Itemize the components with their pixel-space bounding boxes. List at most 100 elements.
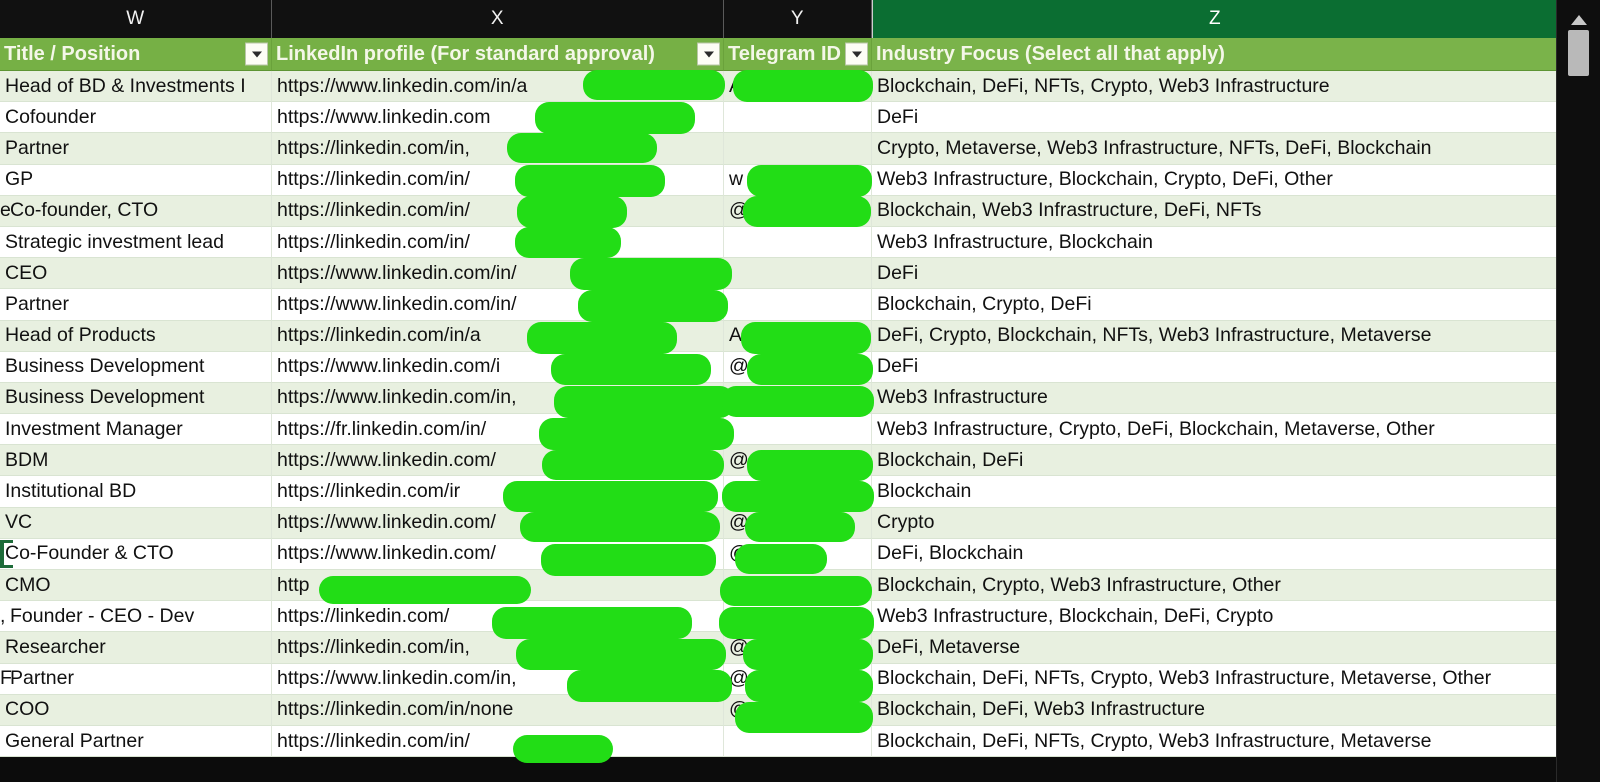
cell-title-position[interactable]: Founder - CEO - Dev, bbox=[0, 601, 272, 633]
table-row[interactable]: Partner Fhttps://www.linkedin.com/in, @ Blo… bbox=[0, 663, 1557, 695]
cell-telegram-id[interactable]: @ bbox=[724, 195, 872, 227]
cell-telegram-id[interactable] bbox=[724, 414, 872, 446]
cell-linkedin-profile[interactable]: https://linkedin.com/ir bbox=[272, 476, 724, 508]
cell-linkedin-profile[interactable]: https://www.linkedin.com/ bbox=[272, 445, 724, 477]
cell-title-position[interactable]: COO bbox=[0, 694, 272, 726]
cell-linkedin-profile[interactable]: https://linkedin.com/in/ bbox=[272, 164, 724, 196]
cell-linkedin-profile[interactable]: https://www.linkedin.com/in/ bbox=[272, 289, 724, 321]
cell-industry-focus[interactable]: Crypto, Metaverse, Web3 Infrastructure, … bbox=[872, 133, 1557, 165]
cell-telegram-id[interactable] bbox=[724, 226, 872, 259]
cell-telegram-id[interactable]: @ bbox=[724, 663, 872, 695]
cell-industry-focus[interactable]: Web3 Infrastructure, Blockchain bbox=[872, 226, 1557, 259]
column-header-x[interactable]: X bbox=[272, 0, 724, 38]
cell-industry-focus[interactable]: Web3 Infrastructure, Crypto, DeFi, Block… bbox=[872, 414, 1557, 446]
cell-title-position[interactable]: CMO bbox=[0, 570, 272, 602]
filter-dropdown-icon-title-position[interactable] bbox=[245, 42, 268, 66]
cell-title-position[interactable]: Head of BD & Investments I bbox=[0, 71, 272, 103]
table-row[interactable]: COO https://linkedin.com/in/none @ Blockcha… bbox=[0, 694, 1557, 726]
cell-industry-focus[interactable]: Blockchain, Crypto, DeFi bbox=[872, 289, 1557, 321]
cell-industry-focus[interactable]: Web3 Infrastructure, Blockchain, DeFi, C… bbox=[872, 601, 1557, 633]
table-row[interactable]: Cofounder https://www.linkedin.com DeFi bbox=[0, 102, 1557, 134]
cell-industry-focus[interactable]: DeFi bbox=[872, 258, 1557, 290]
table-row[interactable]: CEO https://www.linkedin.com/in/DeFi bbox=[0, 258, 1557, 290]
table-row[interactable]: Co-Founder & CTO https://www.linkedin.com… bbox=[0, 538, 1557, 570]
cell-industry-focus[interactable]: Blockchain, DeFi, NFTs, Crypto, Web3 Inf… bbox=[872, 71, 1557, 103]
table-row[interactable]: Institutional BD https://linkedin.com/ir B… bbox=[0, 476, 1557, 508]
cell-industry-focus[interactable]: DeFi, Blockchain bbox=[872, 538, 1557, 570]
cell-telegram-id[interactable]: @ bbox=[724, 538, 872, 570]
cell-telegram-id[interactable]: @ bbox=[724, 632, 872, 664]
cell-linkedin-profile[interactable]: https://linkedin.com/in/ bbox=[272, 725, 724, 758]
cell-telegram-id[interactable] bbox=[724, 102, 872, 134]
cell-telegram-id[interactable] bbox=[724, 476, 872, 508]
cell-linkedin-profile[interactable]: https://www.linkedin.com/in, bbox=[272, 663, 724, 695]
cell-telegram-id[interactable] bbox=[724, 601, 872, 633]
column-header-w[interactable]: W bbox=[0, 0, 272, 38]
table-row[interactable]: Partner https://linkedin.com/in, Crypto, M… bbox=[0, 133, 1557, 165]
cell-industry-focus[interactable]: Blockchain, DeFi, NFTs, Crypto, Web3 Inf… bbox=[872, 663, 1557, 695]
cell-telegram-id[interactable] bbox=[724, 133, 872, 165]
table-row[interactable]: GP https://linkedin.com/in/w Web3 Infrastr… bbox=[0, 164, 1557, 196]
cell-title-position[interactable]: Co-Founder & CTO bbox=[0, 538, 272, 570]
cell-linkedin-profile[interactable]: https://www.linkedin.com bbox=[272, 102, 724, 134]
cell-title-position[interactable]: CEO bbox=[0, 258, 272, 290]
cell-title-position[interactable]: Co-founder, CTO e bbox=[0, 195, 272, 227]
cell-telegram-id[interactable] bbox=[724, 725, 872, 758]
cell-title-position[interactable]: VC bbox=[0, 507, 272, 539]
scrollbar-thumb[interactable] bbox=[1568, 30, 1589, 76]
cell-linkedin-profile[interactable]: https://linkedin.com/ bbox=[272, 601, 724, 633]
cell-industry-focus[interactable]: Blockchain, Web3 Infrastructure, DeFi, N… bbox=[872, 195, 1557, 227]
cell-title-position[interactable]: GP bbox=[0, 164, 272, 196]
cell-telegram-id[interactable] bbox=[724, 570, 872, 602]
cell-industry-focus[interactable]: Web3 Infrastructure, Blockchain, Crypto,… bbox=[872, 164, 1557, 196]
cell-linkedin-profile[interactable]: http bbox=[272, 570, 724, 602]
table-row[interactable]: Partner https://www.linkedin.com/in/Block… bbox=[0, 289, 1557, 321]
cell-linkedin-profile[interactable]: https://linkedin.com/in/ bbox=[272, 195, 724, 227]
cell-telegram-id[interactable]: @ bbox=[724, 445, 872, 477]
table-row[interactable]: General Partner https://linkedin.com/in/B… bbox=[0, 725, 1557, 758]
cell-industry-focus[interactable]: DeFi bbox=[872, 351, 1557, 383]
cell-linkedin-profile[interactable]: https://www.linkedin.com/ bbox=[272, 538, 724, 570]
cell-linkedin-profile[interactable]: https://www.linkedin.com/in/ bbox=[272, 258, 724, 290]
cell-industry-focus[interactable]: Blockchain, DeFi bbox=[872, 445, 1557, 477]
table-row[interactable]: Strategic investment lead https://linkedi… bbox=[0, 226, 1557, 259]
cell-industry-focus[interactable]: Blockchain bbox=[872, 476, 1557, 508]
cell-linkedin-profile[interactable]: https://www.linkedin.com/ bbox=[272, 507, 724, 539]
cell-telegram-id[interactable]: @ bbox=[724, 507, 872, 539]
cell-linkedin-profile[interactable]: https://fr.linkedin.com/in/ bbox=[272, 414, 724, 446]
cell-title-position[interactable]: Business Development bbox=[0, 351, 272, 383]
cell-linkedin-profile[interactable]: https://www.linkedin.com/in, bbox=[272, 382, 724, 415]
table-row[interactable]: BDM https://www.linkedin.com/ @ Blockchain,… bbox=[0, 445, 1557, 477]
cell-telegram-id[interactable] bbox=[724, 258, 872, 290]
column-header-z[interactable]: Z bbox=[872, 0, 1557, 38]
cell-industry-focus[interactable]: Crypto bbox=[872, 507, 1557, 539]
cell-telegram-id[interactable]: w bbox=[724, 164, 872, 196]
cell-telegram-id[interactable]: @ bbox=[724, 351, 872, 383]
table-row[interactable]: Investment Manager https://fr.linkedin.co… bbox=[0, 414, 1557, 446]
table-row[interactable]: CMO http Blockchain, Crypto, Web3 Infrastr… bbox=[0, 570, 1557, 602]
cell-title-position[interactable]: Partner bbox=[0, 133, 272, 165]
column-header-y[interactable]: Y bbox=[724, 0, 872, 38]
cell-industry-focus[interactable]: Blockchain, DeFi, Web3 Infrastructure bbox=[872, 694, 1557, 726]
table-row[interactable]: Business Development https://www.linkedin… bbox=[0, 351, 1557, 383]
cell-title-position[interactable]: Partner F bbox=[0, 663, 272, 695]
cell-linkedin-profile[interactable]: https://linkedin.com/in/a bbox=[272, 320, 724, 352]
cell-linkedin-profile[interactable]: https://linkedin.com/in/ bbox=[272, 226, 724, 259]
cell-title-position[interactable]: Researcher bbox=[0, 632, 272, 664]
table-row[interactable]: Business Development https://www.linkedin… bbox=[0, 382, 1557, 415]
cell-title-position[interactable]: Business Development bbox=[0, 382, 272, 415]
cell-title-position[interactable]: Investment Manager bbox=[0, 414, 272, 446]
table-row[interactable]: VC https://www.linkedin.com/ @ Crypto bbox=[0, 507, 1557, 539]
cell-linkedin-profile[interactable]: https://linkedin.com/in, bbox=[272, 133, 724, 165]
cell-telegram-id[interactable]: A bbox=[724, 320, 872, 352]
filter-dropdown-icon-linkedin-profile[interactable] bbox=[697, 42, 720, 66]
cell-industry-focus[interactable]: DeFi, Metaverse bbox=[872, 632, 1557, 664]
cell-title-position[interactable]: Institutional BD bbox=[0, 476, 272, 508]
cell-telegram-id[interactable]: @ bbox=[724, 694, 872, 726]
table-row[interactable]: Head of Products https://linkedin.com/in/… bbox=[0, 320, 1557, 352]
cell-title-position[interactable]: General Partner bbox=[0, 725, 272, 758]
cell-linkedin-profile[interactable]: https://linkedin.com/in, bbox=[272, 632, 724, 664]
cell-industry-focus[interactable]: Blockchain, DeFi, NFTs, Crypto, Web3 Inf… bbox=[872, 725, 1557, 758]
cell-title-position[interactable]: Partner bbox=[0, 289, 272, 321]
filter-dropdown-icon-telegram-id[interactable] bbox=[845, 42, 868, 66]
